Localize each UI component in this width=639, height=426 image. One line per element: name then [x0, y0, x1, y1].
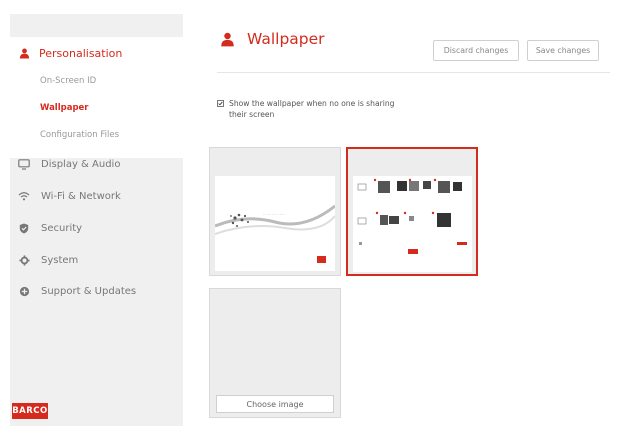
sidebar-item-display-audio[interactable]: Display & Audio: [18, 155, 120, 173]
sidebar-item-label: Support & Updates: [41, 285, 137, 297]
sidebar-item-wifi-network[interactable]: Wi-Fi & Network: [18, 187, 121, 205]
subitem-wallpaper[interactable]: Wallpaper: [40, 103, 89, 113]
wallpaper-preview: [353, 176, 472, 272]
wallpaper-tile-swirl[interactable]: ·· ··· ···· ·····: [209, 147, 341, 276]
person-icon: [18, 47, 30, 59]
wallpaper-preview: ·· ··· ···· ·····: [214, 176, 336, 271]
sidebar-item-label: Security: [41, 222, 83, 234]
header-divider: [217, 72, 610, 73]
sidebar-item-system[interactable]: System: [18, 251, 78, 269]
sidebar-item-label: System: [41, 254, 79, 266]
subitem-configuration-files[interactable]: Configuration Files: [40, 130, 119, 140]
wallpaper-tile-instructions[interactable]: [346, 147, 478, 276]
show-wallpaper-checkbox[interactable]: [217, 100, 224, 107]
gear-icon: [18, 254, 30, 266]
subitem-on-screen-id[interactable]: On-Screen ID: [40, 76, 96, 86]
save-changes-button[interactable]: Save changes: [527, 40, 599, 61]
choose-image-button[interactable]: Choose image: [216, 395, 334, 413]
show-wallpaper-option: Show the wallpaper when no one is sharin…: [217, 98, 409, 120]
monitor-icon: [18, 158, 30, 170]
sidebar-item-label: Wi-Fi & Network: [41, 190, 121, 202]
person-icon: [220, 32, 235, 47]
barco-logo: BARCO: [12, 403, 48, 419]
plus-circle-icon: [18, 285, 30, 297]
sidebar-item-personalisation[interactable]: Personalisation: [10, 37, 183, 69]
sidebar: Personalisation On-Screen ID Wallpaper C…: [10, 14, 183, 426]
page-title: Wallpaper: [220, 30, 325, 48]
wallpaper-tile-custom: Choose image: [209, 288, 341, 418]
show-wallpaper-label: Show the wallpaper when no one is sharin…: [229, 99, 395, 119]
svg-text:·· ··· ···· ·····: ·· ··· ···· ·····: [263, 212, 285, 217]
discard-changes-button[interactable]: Discard changes: [433, 40, 519, 61]
sidebar-item-label: Display & Audio: [41, 158, 121, 170]
check-icon: [218, 101, 223, 106]
sidebar-item-security[interactable]: Security: [18, 219, 82, 237]
sidebar-item-support-updates[interactable]: Support & Updates: [18, 282, 136, 300]
page-title-text: Wallpaper: [247, 30, 325, 48]
shield-icon: [18, 222, 30, 234]
wifi-icon: [18, 190, 30, 202]
sidebar-item-label: Personalisation: [39, 46, 123, 60]
personalisation-submenu: On-Screen ID Wallpaper Configuration Fil…: [10, 69, 183, 158]
